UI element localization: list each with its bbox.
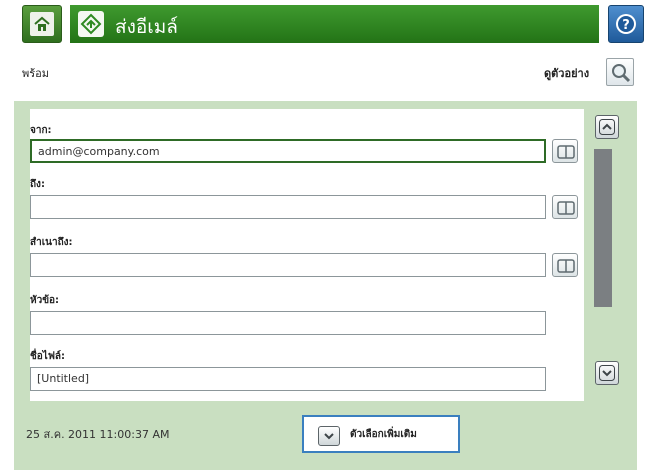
scroll-up-button[interactable] bbox=[595, 115, 619, 139]
more-options-button[interactable]: ตัวเลือกเพิ่มเติม bbox=[302, 415, 460, 453]
from-address-book-button[interactable] bbox=[552, 139, 578, 163]
cc-address-book-button[interactable] bbox=[552, 253, 578, 277]
more-options-label: ตัวเลือกเพิ่มเติม bbox=[350, 429, 417, 440]
status-text: พร้อม bbox=[22, 67, 50, 80]
scroll-down-button[interactable] bbox=[595, 361, 619, 385]
email-send-icon bbox=[78, 11, 104, 37]
datetime-text: 25 ส.ค. 2011 11:00:37 AM bbox=[26, 428, 170, 441]
to-address-book-button[interactable] bbox=[552, 195, 578, 219]
chevron-down-icon bbox=[318, 426, 340, 446]
help-icon: ? bbox=[616, 14, 636, 34]
to-label: ถึง: bbox=[30, 179, 45, 190]
status-row: พร้อม ดูตัวอย่าง bbox=[0, 52, 647, 94]
help-button[interactable]: ? bbox=[608, 5, 644, 43]
cc-field[interactable] bbox=[30, 253, 546, 277]
from-label: จาก: bbox=[30, 125, 52, 136]
address-book-icon bbox=[557, 259, 575, 273]
filename-label: ชื่อไฟล์: bbox=[30, 351, 66, 362]
top-bar: ส่งอีเมล์ ? bbox=[0, 0, 647, 52]
scrollbar-thumb[interactable] bbox=[594, 149, 612, 307]
title-bar: ส่งอีเมล์ bbox=[70, 5, 599, 43]
from-field[interactable]: admin@company.com bbox=[30, 139, 546, 163]
bottom-bar: 25 ส.ค. 2011 11:00:37 AM ตัวเลือกเพิ่มเต… bbox=[14, 405, 637, 470]
filename-value: [Untitled] bbox=[37, 372, 90, 385]
home-icon bbox=[30, 12, 54, 36]
preview-button[interactable] bbox=[606, 58, 634, 86]
chevron-up-icon bbox=[599, 119, 615, 135]
to-field[interactable] bbox=[30, 195, 546, 219]
magnifier-icon bbox=[612, 64, 631, 83]
subject-label: หัวข้อ: bbox=[30, 295, 60, 306]
preview-label: ดูตัวอย่าง bbox=[544, 67, 590, 80]
filename-field[interactable]: [Untitled] bbox=[30, 367, 546, 391]
cc-label: สำเนาถึง: bbox=[30, 237, 73, 248]
address-book-icon bbox=[557, 201, 575, 215]
home-button[interactable] bbox=[22, 5, 62, 43]
email-form-panel: จาก: admin@company.com ถึง: สำเนาถึง: หั… bbox=[14, 101, 637, 405]
email-form: จาก: admin@company.com ถึง: สำเนาถึง: หั… bbox=[30, 109, 584, 401]
chevron-down-icon bbox=[599, 365, 615, 381]
page-title: ส่งอีเมล์ bbox=[115, 16, 178, 38]
svg-text:?: ? bbox=[622, 18, 630, 33]
from-value: admin@company.com bbox=[38, 145, 160, 158]
subject-field[interactable] bbox=[30, 311, 546, 335]
address-book-icon bbox=[557, 145, 575, 159]
